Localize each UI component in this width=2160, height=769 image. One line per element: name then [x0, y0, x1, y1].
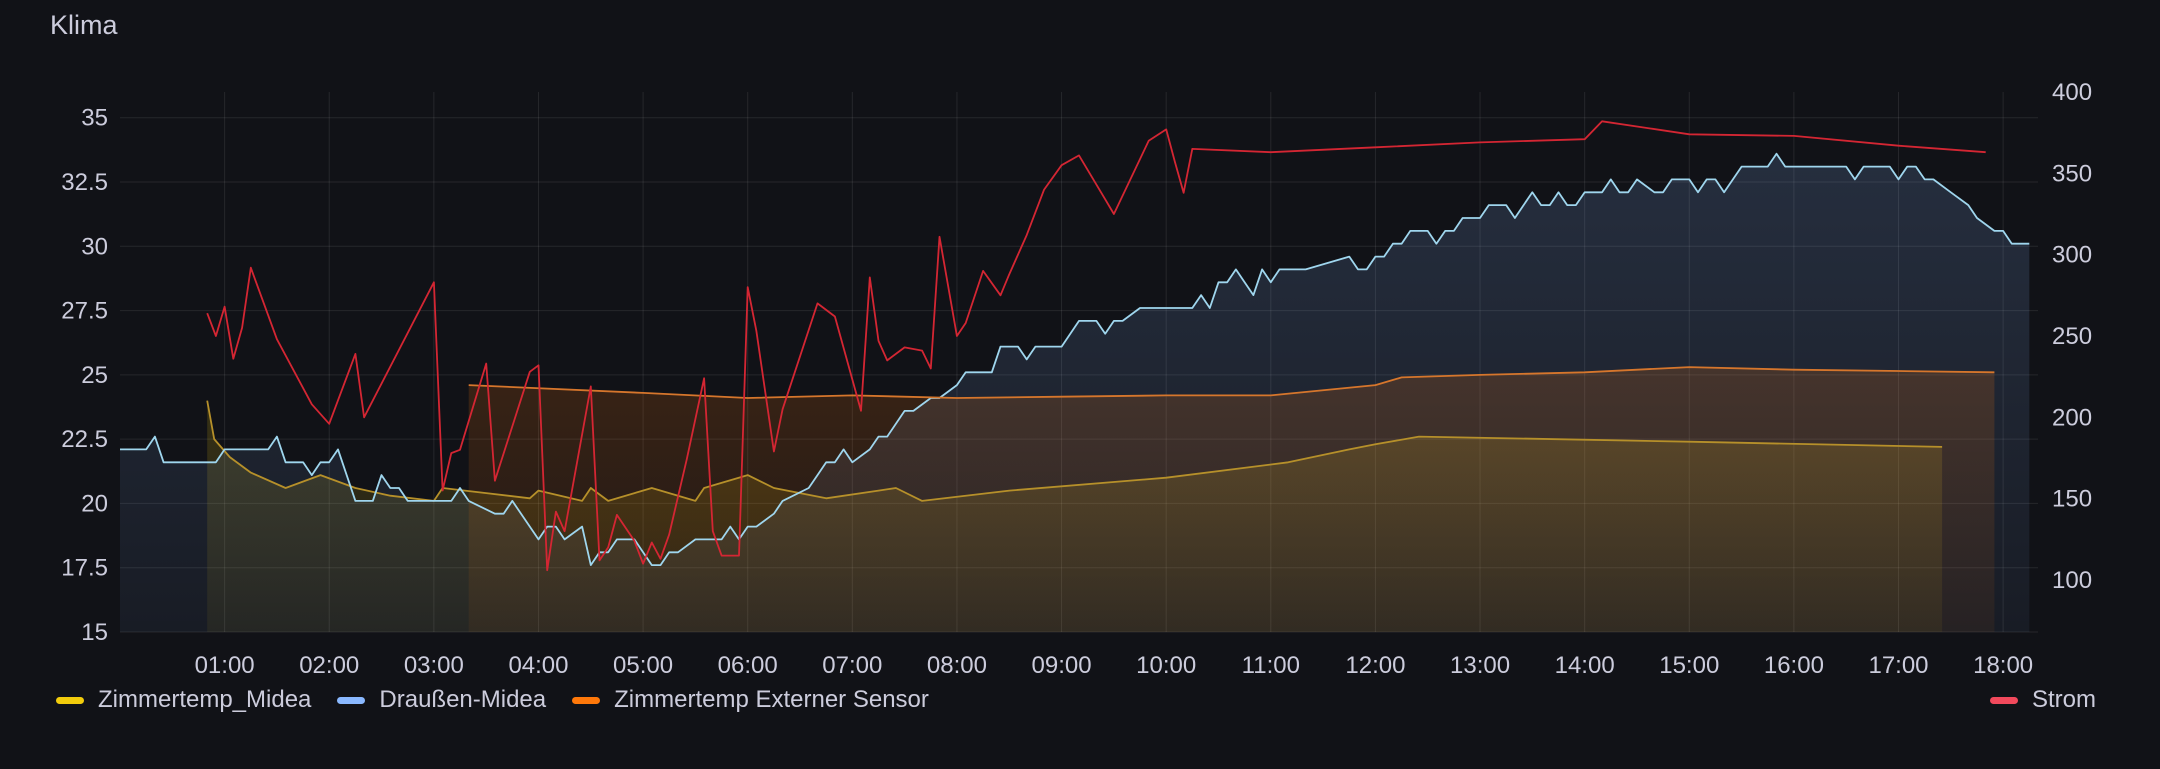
x-tick-label: 10:00 — [1136, 652, 1196, 679]
y-left-tick-label: 35 — [81, 105, 108, 132]
x-tick-label: 12:00 — [1345, 652, 1405, 679]
y-left-tick-label: 17.5 — [61, 555, 108, 582]
legend-right: Strom — [1989, 682, 2096, 718]
y-left-tick-label: 20 — [81, 490, 108, 517]
x-tick-label: 17:00 — [1868, 652, 1928, 679]
y-left-tick-label: 22.5 — [61, 426, 108, 453]
y-left-tick-label: 25 — [81, 362, 108, 389]
y-right-tick-label: 150 — [2052, 486, 2092, 513]
y-left-tick-label: 32.5 — [61, 169, 108, 196]
legend-item[interactable]: Zimmertemp_Midea — [56, 686, 311, 714]
legend-swatch — [56, 696, 84, 704]
x-tick-label: 11:00 — [1242, 652, 1300, 679]
x-tick-label: 05:00 — [613, 652, 673, 679]
x-tick-label: 13:00 — [1450, 652, 1510, 679]
legend-item[interactable]: Draußen-Midea — [337, 686, 546, 714]
x-tick-label: 09:00 — [1032, 652, 1092, 679]
legend-item[interactable]: Strom — [1989, 686, 2096, 714]
chart-panel: Klima 01:00 02:00 03:00 04:00 05:00 06:00 07:0… — [0, 0, 2160, 769]
y-left-tick-label: 27.5 — [61, 298, 108, 325]
legend-label: Zimmertemp_Midea — [98, 686, 312, 713]
x-tick-label: 18:00 — [1973, 652, 2033, 679]
y-right-tick-label: 350 — [2052, 160, 2092, 187]
y-left-tick-label: 30 — [81, 233, 108, 260]
y-right-tick-label: 100 — [2052, 567, 2092, 594]
legend-label: Draußen-Midea — [379, 686, 547, 713]
x-tick-label: 14:00 — [1555, 652, 1615, 679]
y-right-tick-label: 300 — [2052, 242, 2092, 269]
chart-area[interactable]: 01:00 02:00 03:00 04:00 05:00 06:00 07:00 08:00… — [0, 0, 2160, 680]
legend-swatch — [1989, 696, 2018, 704]
x-tick-label: 08:00 — [927, 652, 987, 679]
series-fills — [120, 153, 2030, 632]
x-tick-label: 07:00 — [822, 652, 882, 679]
x-tick-label: 01:00 — [195, 652, 255, 679]
legend-left: Zimmertemp_Midea Draußen-Midea Zimmertemp … — [56, 682, 955, 718]
legend-swatch — [337, 696, 366, 704]
legend-item[interactable]: Zimmertemp Externer Sensor — [572, 686, 929, 714]
legend-label: Zimmertemp Externer Sensor — [614, 686, 929, 713]
x-tick-label: 16:00 — [1764, 652, 1824, 679]
x-tick-label: 04:00 — [508, 652, 568, 679]
x-tick-label: 06:00 — [718, 652, 778, 679]
y-right-tick-label: 250 — [2052, 323, 2092, 350]
y-right-tick-label: 200 — [2052, 404, 2092, 431]
legend-label: Strom — [2031, 686, 2096, 713]
x-tick-label: 15:00 — [1659, 652, 1719, 679]
x-tick-label: 03:00 — [404, 652, 464, 679]
x-tick-label: 02:00 — [299, 652, 359, 679]
y-right-tick-label: 400 — [2052, 79, 2092, 106]
y-left-tick-label: 15 — [81, 619, 108, 646]
legend-swatch — [572, 696, 601, 704]
